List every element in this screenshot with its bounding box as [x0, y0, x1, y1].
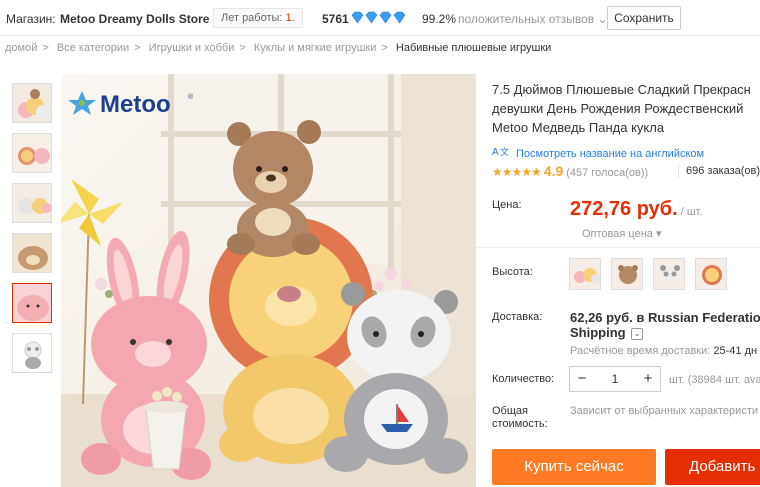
positive-feedback-percent: 99.2% [422, 12, 457, 26]
thumbnail-4[interactable] [12, 233, 52, 273]
total-cost-label: Общая стоимость: [492, 405, 548, 431]
chevron-right-icon: > [239, 42, 246, 54]
sku-option-bunny[interactable] [569, 258, 601, 290]
thumbnail-5[interactable] [12, 283, 52, 323]
chevron-down-icon: ⌄ [631, 328, 644, 340]
stock-available: шт. (38984 шт. ava [669, 374, 760, 386]
divider [476, 247, 760, 248]
shipping-method-label: Shipping [570, 325, 626, 340]
store-label: Магазин: [6, 12, 56, 26]
shipping-price-line: 62,26 руб. в Russian Federatio [570, 310, 760, 325]
svg-text:Metoo: Metoo [100, 91, 171, 118]
store-name-link[interactable]: Metoo Dreamy Dolls Store [60, 12, 209, 26]
chevron-right-icon: > [134, 42, 141, 54]
rating-row: ★★★★★ 4.9 (457 голоса(ов)) 696 заказа(ов) [492, 163, 760, 179]
price-unit: / шт. [680, 206, 703, 218]
quantity-decrease-button[interactable]: − [570, 367, 594, 391]
thumbnail-1[interactable] [12, 83, 52, 123]
product-title-line-3: Metoo Медведь Панда кукла [492, 120, 665, 135]
breadcrumb: домой > Все категории > Игрушки и хобби > К… [5, 42, 551, 54]
toys-group-thumbnail-image [13, 84, 51, 122]
bear-sku-image [612, 259, 642, 289]
store-years-suffix: . [291, 12, 295, 24]
product-title-line-1: 7.5 Дюймов Плюшевые Сладкий Прекрасн [492, 82, 751, 97]
total-cost-value: Зависит от выбранных характеристи [570, 405, 758, 417]
sku-option-bear[interactable] [611, 258, 643, 290]
product-title: 7.5 Дюймов Плюшевые Сладкий Прекрасн дев… [492, 80, 760, 137]
add-to-cart-button[interactable]: Добавить [665, 449, 760, 485]
positive-feedback-dropdown[interactable]: положительных отзывов ⌄ [458, 12, 608, 26]
divider [678, 165, 679, 178]
delivery-time: Расчётное время доставки: 25-41 дн [570, 345, 757, 357]
thumbnail-3[interactable] [12, 183, 52, 223]
total-cost-label-line-1: Общая [492, 405, 528, 417]
shipping-country[interactable]: Russian Federatio [648, 310, 760, 325]
price-label: Цена: [492, 199, 522, 211]
translate-title-link[interactable]: A文 Посмотреть название на английском [492, 145, 704, 160]
orders-count: 696 заказа(ов) [686, 165, 760, 177]
translate-icon: A文 [492, 145, 512, 160]
quantity-increase-button[interactable]: + [636, 367, 660, 391]
store-score[interactable]: 5761 [322, 12, 349, 26]
panda-white-thumbnail-image [13, 334, 51, 372]
lion-sku-image [696, 259, 726, 289]
price: 272,76 руб. / шт. [570, 198, 703, 221]
product-title-line-2: девушки День Рождения Рождественский [492, 101, 744, 116]
thumbnail-2[interactable] [12, 133, 52, 173]
lion-thumbnail-image [13, 134, 51, 172]
store-bar: Магазин: Metoo Dreamy Dolls Store Лет ра… [0, 0, 760, 36]
shipping-price: 62,26 руб. [570, 310, 633, 325]
buy-now-button[interactable]: Купить сейчас [492, 449, 656, 485]
chevron-right-icon: > [381, 42, 388, 54]
wholesale-price-label: Оптовая цена [582, 228, 653, 240]
price-value: 272,76 руб. [570, 198, 678, 220]
plush-toys-photo: Metoo ® [61, 74, 476, 487]
bear-thumbnail-image [13, 234, 51, 272]
svg-text:A: A [492, 147, 499, 157]
star-rating-icon: ★★★★★ [492, 165, 542, 179]
thumbnail-6[interactable] [12, 333, 52, 373]
wholesale-price-dropdown[interactable]: Оптовая цена ▾ [582, 227, 661, 240]
svg-text:文: 文 [500, 146, 509, 157]
shipping-to-prefix: в [636, 310, 645, 325]
thumbnail-list [12, 83, 54, 383]
breadcrumb-all-categories[interactable]: Все категории [57, 42, 129, 54]
store-years-label: Лет работы: [221, 12, 283, 24]
quantity-label: Количество: [492, 373, 555, 385]
caret-down-icon: ▾ [655, 228, 662, 240]
sku-option-lion[interactable] [695, 258, 727, 290]
diamond-rank-icon [351, 11, 406, 24]
chevron-right-icon: > [42, 42, 49, 54]
sku-option-panda[interactable] [653, 258, 685, 290]
delivery-label: Доставка: [492, 311, 543, 323]
breadcrumb-home[interactable]: домой [5, 42, 37, 54]
breadcrumb-dolls-plush[interactable]: Куклы и мягкие игрушки [254, 42, 377, 54]
delivery-time-label: Расчётное время доставки: [570, 345, 711, 357]
total-cost-label-line-2: стоимость: [492, 418, 548, 430]
translate-link-text: Посмотреть название на английском [516, 148, 705, 160]
breadcrumb-toys-hobbies[interactable]: Игрушки и хобби [149, 42, 235, 54]
height-label: Высота: [492, 266, 533, 278]
positive-feedback-label: положительных отзывов [458, 12, 595, 26]
product-info: 7.5 Дюймов Плюшевые Сладкий Прекрасн дев… [492, 80, 760, 137]
bunny-thumbnail-image [13, 284, 51, 322]
bunny-sku-image [570, 259, 600, 289]
main-product-image[interactable]: Metoo ® [61, 74, 476, 487]
save-store-button[interactable]: Сохранить [607, 6, 681, 30]
rating-votes-link[interactable]: (457 голоса(ов)) [566, 167, 648, 179]
panda-thumbnail-image [13, 184, 51, 222]
shipping-method-selector[interactable]: Shipping ⌄ [570, 325, 644, 340]
delivery-time-value: 25-41 дн [713, 345, 758, 357]
quantity-input[interactable] [594, 367, 636, 391]
svg-text:®: ® [188, 93, 194, 101]
rating-value: 4.9 [543, 163, 564, 179]
store-years-badge: Лет работы: 1. [213, 8, 303, 28]
panda-sku-image [654, 259, 684, 289]
breadcrumb-current: Набивные плюшевые игрушки [395, 42, 552, 54]
quantity-stepper: − + [569, 366, 661, 392]
